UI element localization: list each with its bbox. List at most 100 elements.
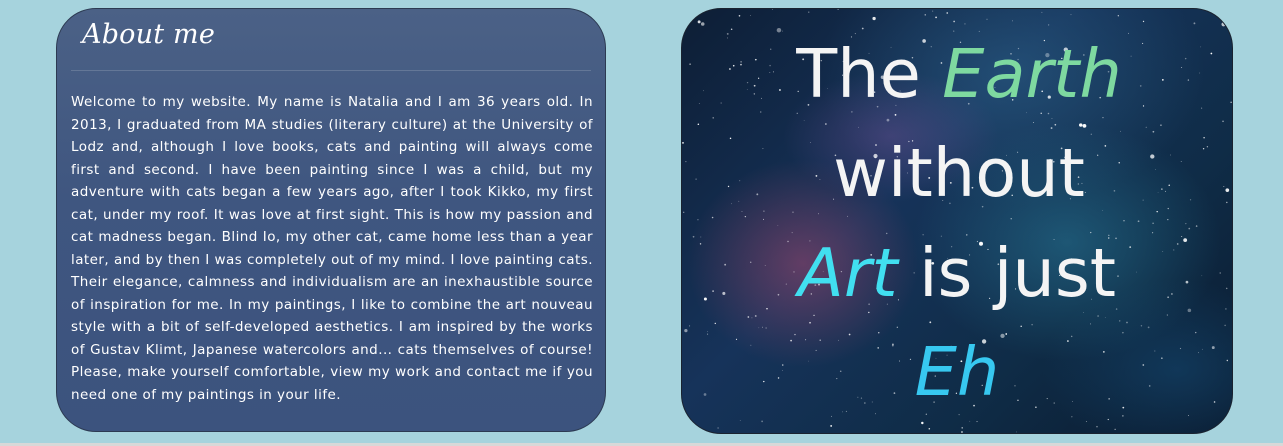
artwork-word-eh: Eh [914,333,1000,411]
page: About me Welcome to my website. My name … [0,0,1283,446]
star-dot [978,30,980,32]
star-dot [847,215,848,217]
star-dot [729,137,732,140]
star-dot [1031,323,1033,326]
star-dot [766,308,768,310]
star-dot [776,27,782,33]
about-divider [71,70,591,71]
star-dot [714,322,716,325]
about-body-text: Welcome to my website. My name is Natali… [71,94,593,403]
star-dot [692,235,695,238]
about-card: About me Welcome to my website. My name … [56,8,606,432]
star-dot [765,327,767,329]
star-dot [953,30,955,32]
star-dot [1145,126,1147,128]
star-dot [1104,317,1106,318]
star-dot [924,14,926,16]
star-dot [1090,323,1091,325]
star-dot [946,12,949,14]
star-dot [953,20,955,23]
star-dot [772,9,773,10]
star-dot [761,420,763,423]
star-dot [697,219,699,221]
star-dot [697,123,700,126]
star-dot [1152,222,1154,224]
star-dot [1102,116,1104,119]
star-dot [792,211,794,213]
artwork-word-earth: Earth [942,35,1122,113]
star-dot [1122,415,1124,417]
star-dot [932,10,934,12]
about-title: About me [82,19,216,50]
star-dot [830,425,833,427]
star-dot [1185,223,1187,225]
star-dot [777,225,779,226]
star-dot [1225,308,1227,310]
star-dot [928,427,931,430]
star-dot [837,9,839,10]
star-dot [976,421,978,423]
star-dot [896,326,898,328]
artwork-line-1: The Earth [682,41,1232,108]
star-dot [707,331,709,332]
star-dot [1167,207,1169,210]
star-dot [961,427,963,429]
star-dot [794,333,796,336]
star-dot [961,431,963,433]
star-dot [1152,130,1155,133]
star-dot [760,111,762,113]
star-dot [1195,331,1197,334]
star-dot [1115,308,1118,310]
star-dot [1212,11,1214,13]
star-dot [1114,428,1116,430]
star-dot [878,332,880,334]
star-dot [872,16,876,21]
star-dot [1195,225,1198,227]
star-dot [1224,324,1226,327]
star-dot [1187,308,1192,313]
artwork-line-3: Art is just [682,240,1232,307]
star-dot [1079,123,1083,127]
star-dot [1005,333,1008,335]
artwork-image: The Earth without Art is just Eh [681,8,1233,434]
star-dot [1033,122,1034,123]
star-dot [1230,14,1232,16]
star-dot [763,218,764,220]
star-dot [1035,406,1037,408]
star-dot [739,420,741,422]
star-dot [854,33,856,35]
star-dot [1071,416,1073,418]
star-dot [1051,118,1053,119]
star-dot [886,118,890,122]
star-dot [1050,127,1053,129]
star-dot [929,321,932,324]
artwork-line-4: Eh [682,339,1232,406]
star-dot [1156,210,1158,213]
star-dot [1011,20,1013,22]
star-dot [1083,312,1085,314]
star-dot [1054,123,1057,126]
star-dot [727,37,729,39]
star-dot [1096,425,1098,428]
star-dot [1140,325,1143,327]
star-dot [691,429,694,432]
star-dot [809,321,811,324]
star-dot [1128,32,1129,34]
star-dot [958,414,960,416]
star-dot [1097,315,1099,317]
star-dot [763,210,765,212]
artwork-line-2: without [833,134,1085,212]
star-dot [782,30,783,32]
star-dot [762,326,763,328]
star-dot [1010,218,1012,220]
star-dot [711,216,714,219]
star-dot [1123,220,1125,222]
star-dot [1082,123,1087,128]
star-dot [817,213,819,215]
star-dot [1107,418,1109,421]
star-dot [1219,10,1222,12]
star-dot [964,23,966,25]
star-dot [808,11,810,13]
star-dot [1193,22,1196,25]
star-dot [741,211,743,213]
